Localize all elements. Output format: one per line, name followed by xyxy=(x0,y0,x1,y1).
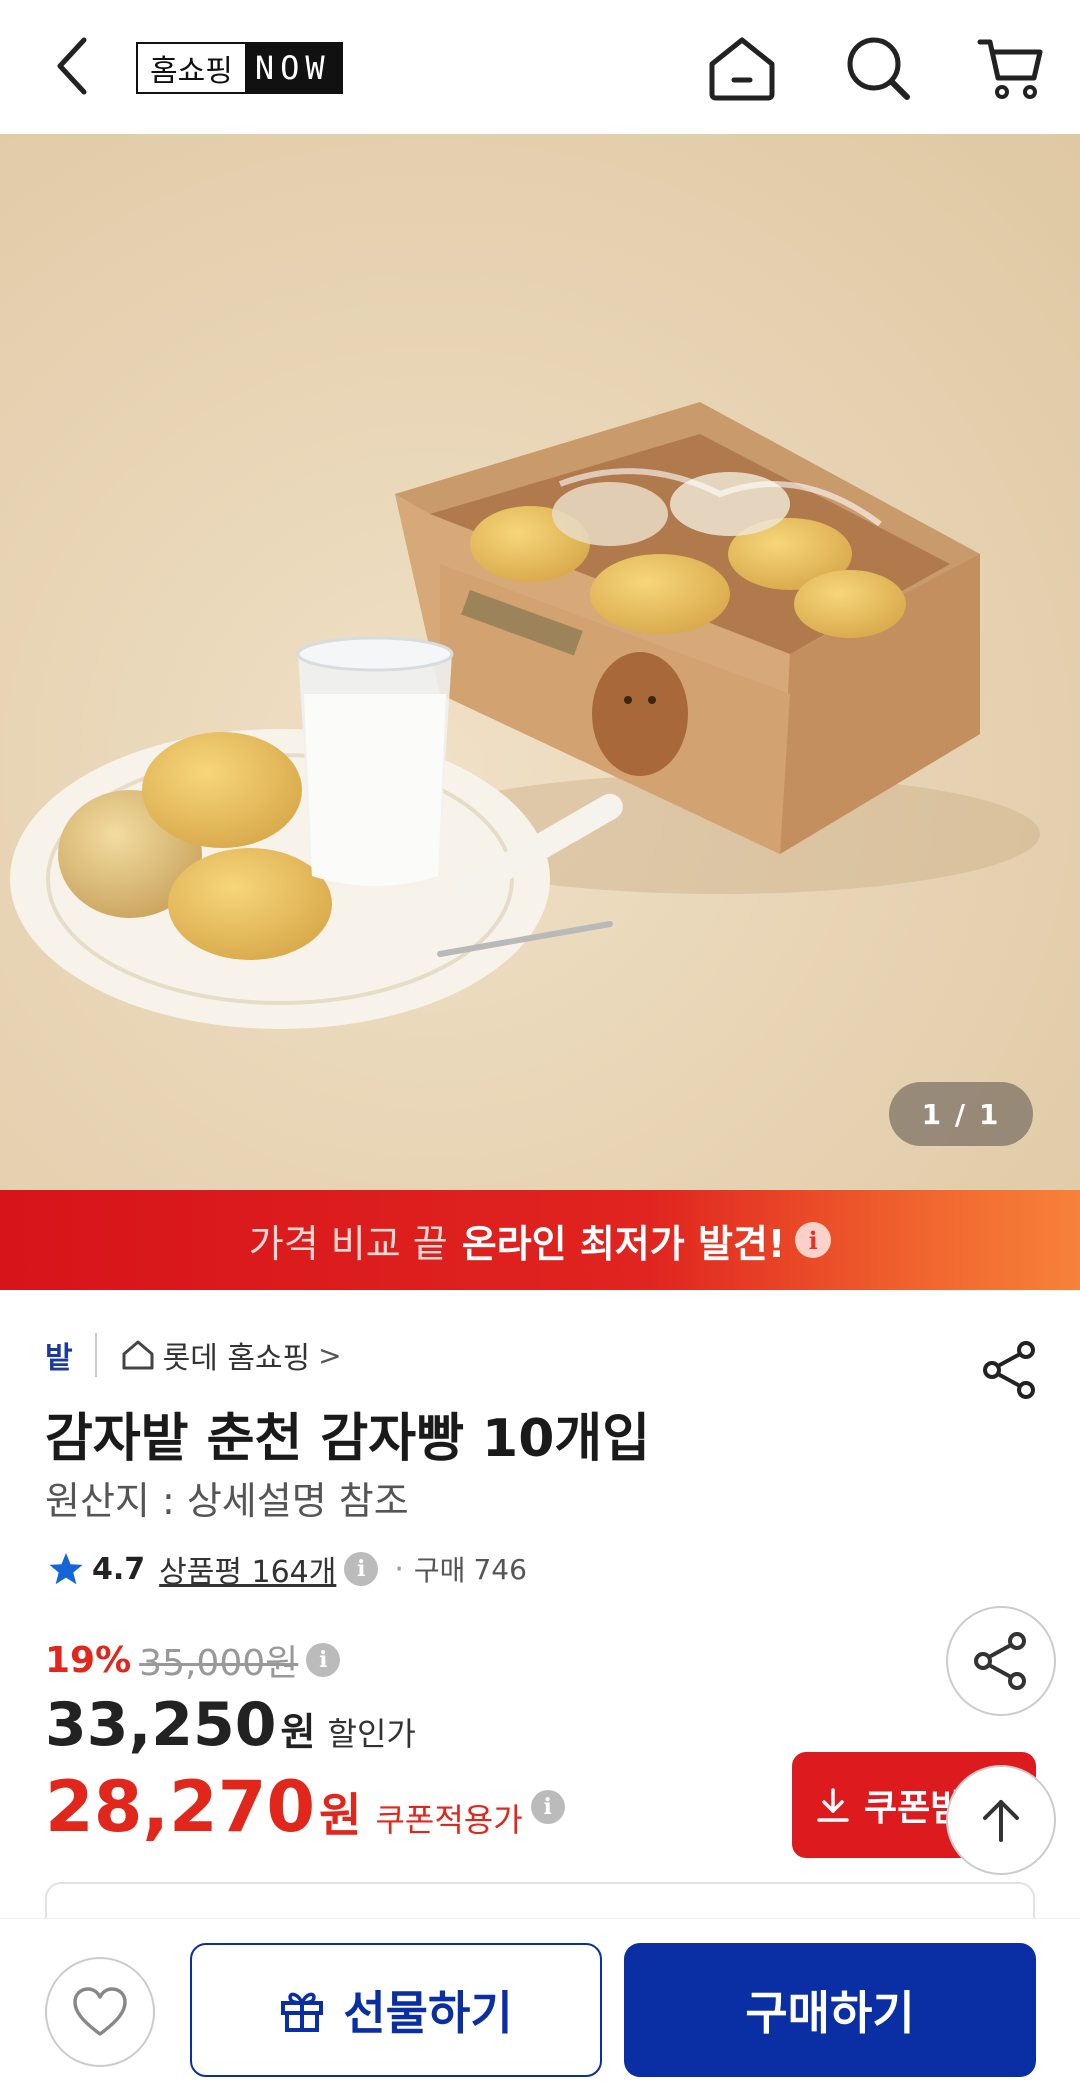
image-counter: 1 / 1 xyxy=(889,1082,1033,1146)
rating-value: 4.7 xyxy=(92,1551,146,1587)
divider xyxy=(94,1333,97,1377)
coupon-info-icon[interactable]: i xyxy=(530,1790,565,1824)
option-card xyxy=(45,1882,1035,1922)
chevron-right-icon: > xyxy=(318,1338,342,1372)
home-button[interactable] xyxy=(704,30,780,106)
star-icon xyxy=(49,1553,83,1585)
cart-icon xyxy=(977,39,1043,99)
review-link[interactable]: 상품평 164개 xyxy=(159,1547,336,1591)
gift-button[interactable]: 선물하기 xyxy=(190,1943,602,2077)
logo-right-text: NOW xyxy=(244,44,341,92)
cart-button[interactable] xyxy=(972,30,1048,106)
share-icon xyxy=(983,1341,1035,1399)
bottom-action-bar: 선물하기 구매하기 xyxy=(0,1918,1080,2100)
purchase-count: 746 xyxy=(473,1552,527,1586)
sale-price-label: 할인가 xyxy=(327,1715,416,1753)
heart-icon xyxy=(73,1987,127,2036)
original-price: 35,000원 xyxy=(139,1643,299,1684)
gift-icon xyxy=(279,1987,325,2033)
homeshopping-now-logo[interactable]: 홈쇼핑 NOW xyxy=(136,42,343,94)
dot-separator: · xyxy=(394,1551,404,1587)
wishlist-button[interactable] xyxy=(45,1957,155,2067)
banner-strong-text: 온라인 최저가 발견! xyxy=(461,1221,786,1266)
coupon-price-row: 28,270 원 쿠폰적용가 i xyxy=(45,1766,565,1848)
discount-rate: 19% xyxy=(45,1639,132,1681)
sale-price-unit: 원 xyxy=(280,1710,316,1754)
review-info-icon[interactable]: i xyxy=(344,1552,379,1586)
coupon-price: 28,270 xyxy=(45,1766,316,1848)
buy-button[interactable]: 구매하기 xyxy=(624,1943,1036,2077)
brand-logo[interactable]: 밭 xyxy=(45,1333,73,1377)
product-origin: 원산지 : 상세설명 참조 xyxy=(45,1479,409,1523)
share-button-top[interactable] xyxy=(982,1340,1038,1400)
store-name: 롯데 홈쇼핑 xyxy=(162,1341,311,1376)
download-icon xyxy=(816,1787,850,1823)
logo-left-text: 홈쇼핑 xyxy=(138,44,245,92)
arrow-up-icon xyxy=(983,1800,1019,1842)
brand-row: 밭 롯데 홈쇼핑 > xyxy=(45,1330,342,1380)
product-image[interactable]: 1 / 1 xyxy=(0,134,1080,1190)
search-icon xyxy=(847,37,910,100)
rating-row: 4.7 상품평 164개 i · 구매 746 xyxy=(48,1545,527,1593)
share-button-floating[interactable] xyxy=(946,1606,1056,1716)
coupon-price-unit: 원 xyxy=(319,1788,362,1842)
store-home-icon xyxy=(122,1340,154,1370)
lowest-price-banner[interactable]: 가격 비교 끝 온라인 최저가 발견! i xyxy=(0,1190,1080,1290)
sale-price-row: 33,250 원 할인가 xyxy=(45,1690,416,1760)
product-title: 감자밭 춘천 감자빵 10개입 xyxy=(45,1409,651,1469)
gift-button-label: 선물하기 xyxy=(343,1986,513,2040)
discount-row: 19% 35,000원 i xyxy=(45,1634,341,1686)
back-button[interactable] xyxy=(42,30,102,102)
search-button[interactable] xyxy=(840,30,916,106)
store-link[interactable]: 롯데 홈쇼핑 > xyxy=(121,1333,342,1377)
banner-light-text: 가격 비교 끝 xyxy=(248,1221,448,1266)
home-icon xyxy=(709,37,775,101)
coupon-price-label: 쿠폰적용가 xyxy=(375,1801,523,1839)
product-photo xyxy=(10,402,1040,1029)
info-icon[interactable]: i xyxy=(795,1222,832,1258)
back-icon xyxy=(57,37,87,95)
share-icon xyxy=(974,1632,1026,1690)
purchase-label: 구매 xyxy=(413,1554,466,1587)
sale-price: 33,250 xyxy=(45,1690,277,1760)
price-info-icon[interactable]: i xyxy=(306,1643,341,1677)
scroll-top-button[interactable] xyxy=(946,1765,1056,1875)
top-header: 홈쇼핑 NOW xyxy=(0,0,1080,134)
